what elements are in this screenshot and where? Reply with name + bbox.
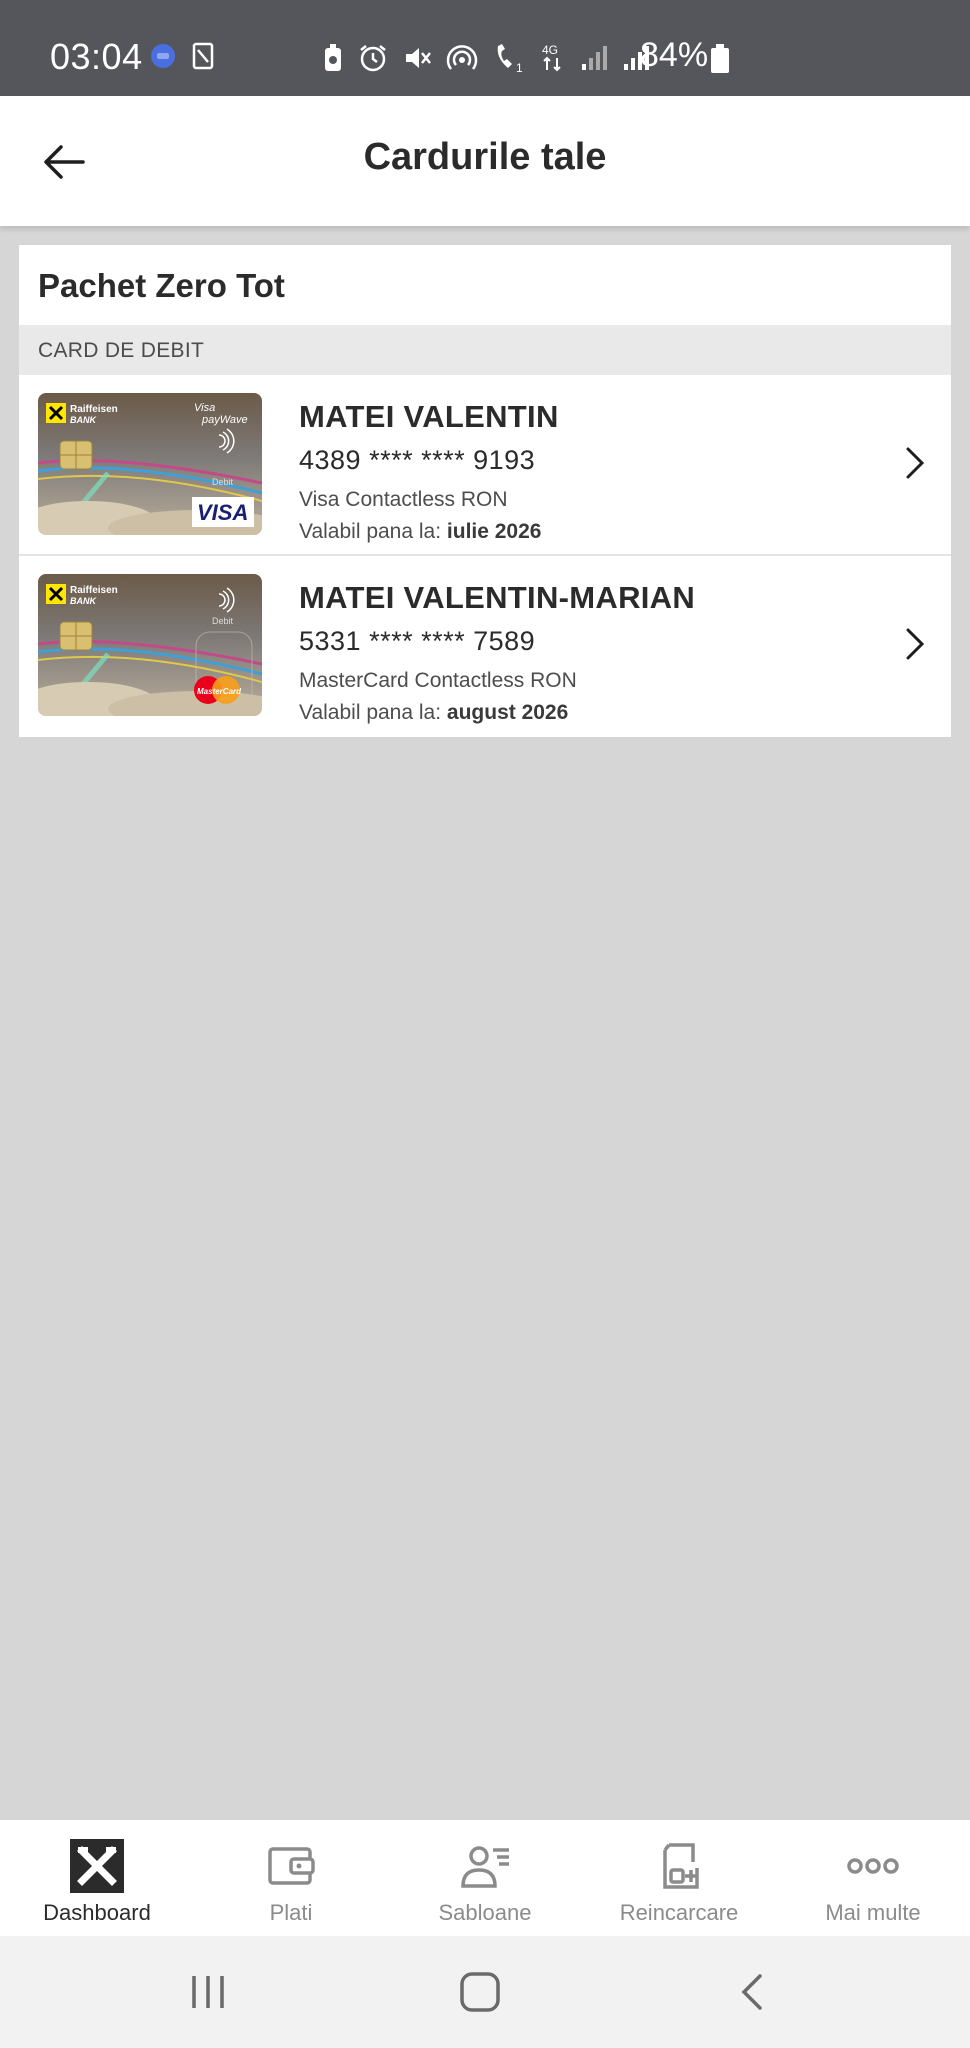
nav-label: Mai multe <box>825 1900 921 1925</box>
recent-apps-icon <box>192 1976 224 2008</box>
bottom-nav: Dashboard Plati Sabloane Reincarcare Mai… <box>0 1820 970 1936</box>
sim-card-icon <box>192 42 214 70</box>
card-number: 5331 **** **** 7589 <box>299 626 536 656</box>
data-arrows-icon: 4G <box>542 43 561 72</box>
nav-label: Reincarcare <box>619 1900 739 1925</box>
svg-text:Raiffeisen: Raiffeisen <box>70 404 118 415</box>
card-expiry: Valabil pana la: iulie 2026 <box>299 520 542 543</box>
card-expiry: Valabil pana la: august 2026 <box>299 701 569 724</box>
svg-text:MasterCard: MasterCard <box>197 687 242 696</box>
status-time: 03:04 <box>50 36 143 77</box>
recharge-icon <box>663 1843 699 1889</box>
raiffeisen-logo-icon <box>70 1839 124 1893</box>
more-dots-icon <box>847 1858 899 1874</box>
battery-saver-icon <box>325 44 341 71</box>
system-nav-bar <box>0 1936 970 2048</box>
home-icon <box>460 1972 500 2012</box>
section-label: CARD DE DEBIT <box>19 325 951 375</box>
nav-plati[interactable]: Plati <box>194 1820 388 1936</box>
system-back-button[interactable] <box>722 1964 782 2020</box>
svg-text:payWave: payWave <box>201 414 248 426</box>
card-row-visa[interactable]: Raiffeisen BANK Visa payWave Debit VISA … <box>19 375 951 556</box>
nav-label: Dashboard <box>43 1900 151 1925</box>
svg-text:BANK: BANK <box>70 596 97 606</box>
battery-icon <box>711 44 729 73</box>
recent-apps-button[interactable] <box>178 1964 238 2020</box>
mastercard-card-image: Raiffeisen BANK Debit MasterCard <box>38 574 262 716</box>
svg-text:1: 1 <box>516 61 523 74</box>
wifi-calling-icon: 1 <box>497 44 523 74</box>
user-template-icon <box>461 1846 509 1888</box>
battery-percentage: 84% <box>640 36 709 74</box>
svg-text:VISA: VISA <box>197 500 248 525</box>
card-number: 4389 **** **** 9193 <box>299 445 536 475</box>
signal-icon <box>582 46 607 70</box>
chevron-right-icon <box>906 628 925 660</box>
svg-text:Debit: Debit <box>212 616 234 626</box>
card-row-mastercard[interactable]: Raiffeisen BANK Debit MasterCard MATEI V… <box>19 556 951 737</box>
svg-text:4G: 4G <box>542 43 558 57</box>
card-type: Visa Contactless RON <box>299 488 508 511</box>
nav-label: Plati <box>269 1900 313 1925</box>
nav-label: Sabloane <box>438 1900 532 1925</box>
card-holder-name: MATEI VALENTIN <box>299 399 559 434</box>
svg-text:Debit: Debit <box>212 477 234 487</box>
card-type: MasterCard Contactless RON <box>299 669 577 692</box>
svg-text:BANK: BANK <box>70 415 97 425</box>
app-header: Cardurile tale <box>0 96 970 226</box>
svg-text:Visa: Visa <box>194 402 215 414</box>
hotspot-icon <box>446 45 478 70</box>
svg-text:Raiffeisen: Raiffeisen <box>70 585 118 596</box>
mute-icon <box>406 48 431 68</box>
meet-icon <box>151 44 175 68</box>
status-bar: 03:04 1 4G 84% <box>0 0 970 96</box>
package-panel: Pachet Zero Tot CARD DE DEBIT Raiffeisen… <box>19 245 951 737</box>
visa-card-image: Raiffeisen BANK Visa payWave Debit VISA <box>38 393 262 535</box>
home-button[interactable] <box>450 1964 510 2020</box>
alarm-icon <box>360 45 386 72</box>
nav-dashboard[interactable]: Dashboard <box>0 1820 194 1936</box>
nav-sabloane[interactable]: Sabloane <box>388 1820 582 1936</box>
nav-reincarcare[interactable]: Reincarcare <box>582 1820 776 1936</box>
chevron-right-icon <box>906 447 925 479</box>
wallet-icon <box>268 1847 315 1885</box>
nav-mai-multe[interactable]: Mai multe <box>776 1820 970 1936</box>
chevron-left-icon <box>741 1974 762 2010</box>
package-title: Pachet Zero Tot <box>38 267 285 304</box>
card-holder-name: MATEI VALENTIN-MARIAN <box>299 580 696 615</box>
page-title: Cardurile tale <box>363 136 607 178</box>
